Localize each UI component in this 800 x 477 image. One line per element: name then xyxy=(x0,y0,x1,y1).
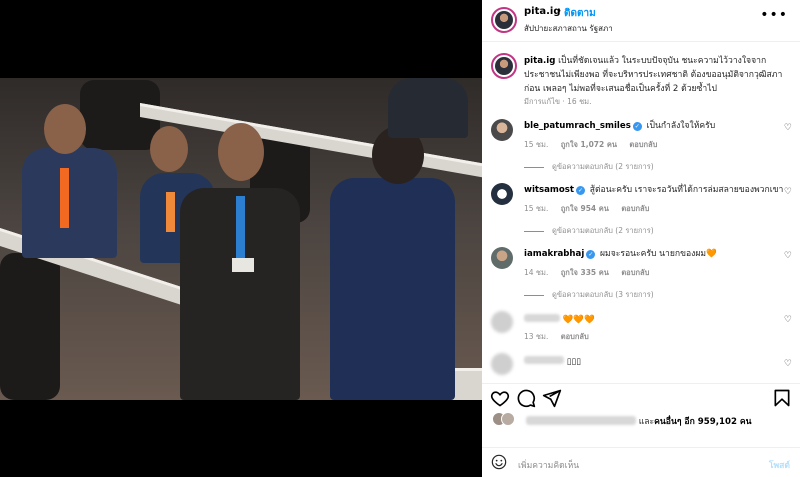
comment-text: เป็นกำลังใจให้ครับ xyxy=(646,121,716,131)
comment-meta: 14 ชม. ถูกใจ 335 คน ตอบกลับ xyxy=(524,267,659,279)
commenter-avatar[interactable] xyxy=(491,353,513,375)
likes-text[interactable]: และคนอื่นๆ อีก 959,102 คน xyxy=(526,414,752,428)
view-replies-button[interactable]: ดูข้อความตอบกลับ (2 รายการ) xyxy=(524,161,654,173)
photo-tie xyxy=(166,192,175,232)
caption: pita.ig เป็นที่ชัดเจนแล้ว ในระบบปัจจุบัน… xyxy=(524,54,788,96)
photo-person xyxy=(330,178,455,400)
post-location[interactable]: สัปปายะสภาสถาน รัฐสภา xyxy=(524,22,613,35)
commenter-username[interactable]: ble_patumrach_smiles xyxy=(524,121,631,131)
verified-icon: ✓ xyxy=(576,186,585,195)
post-actions-bar xyxy=(482,383,800,409)
comment-icon[interactable] xyxy=(516,388,536,408)
comment-likes[interactable]: ถูกใจ 1,072 คน xyxy=(561,140,617,149)
emoji-icon[interactable] xyxy=(491,454,507,470)
comment-text: 🧡🧡🧡 xyxy=(562,315,595,325)
comment-text: ▯▯▯ xyxy=(566,357,581,367)
comment-likes[interactable]: ถูกใจ 335 คน xyxy=(561,268,609,277)
reply-button[interactable]: ตอบกลับ xyxy=(629,140,657,149)
photo-person xyxy=(22,148,117,258)
comment-body: 🧡🧡🧡 xyxy=(524,314,774,326)
heart-icon[interactable] xyxy=(490,388,510,408)
post-comment-button[interactable]: โพสต์ xyxy=(769,458,790,472)
comment-likes[interactable]: ถูกใจ 954 คน xyxy=(561,204,609,213)
comment-text: ผมจะรอนะครับ นายกของผม🧡 xyxy=(600,249,717,259)
post-media[interactable] xyxy=(0,0,482,477)
photo-badge xyxy=(232,258,254,272)
header-separator: • xyxy=(556,6,562,17)
photo-person-head xyxy=(218,123,264,181)
comment-time: 14 ชม. xyxy=(524,268,549,277)
view-replies-button[interactable]: ดูข้อความตอบกลับ (2 รายการ) xyxy=(524,225,654,237)
commenter-username[interactable]: iamakrabhaj xyxy=(524,249,584,259)
verified-icon: ✓ xyxy=(632,122,642,131)
comment-heart-icon[interactable]: ♡ xyxy=(784,251,792,261)
comment-heart-icon[interactable]: ♡ xyxy=(784,123,792,133)
blurred-liker-names xyxy=(526,416,636,425)
caption-username[interactable]: pita.ig xyxy=(524,56,555,66)
photo-chair xyxy=(0,253,60,400)
photo-person xyxy=(388,78,468,138)
verified-icon: ✓ xyxy=(586,250,596,259)
commenter-avatar[interactable] xyxy=(491,311,513,333)
reply-button[interactable]: ตอบกลับ xyxy=(621,204,649,213)
likes-summary[interactable]: และคนอื่นๆ อีก 959,102 คน xyxy=(492,410,792,430)
reply-button[interactable]: ตอบกลับ xyxy=(621,268,649,277)
comment-time: 15 ชม. xyxy=(524,140,549,149)
comment-heart-icon[interactable]: ♡ xyxy=(784,187,792,197)
reply-button[interactable]: ตอบกลับ xyxy=(561,332,589,341)
share-icon[interactable] xyxy=(542,388,562,408)
more-icon[interactable]: ••• xyxy=(760,8,788,22)
comment-body: iamakrabhaj ✓ ผมจะรอนะครับ นายกของผม🧡 xyxy=(524,248,774,260)
comment-time: 13 ชม. xyxy=(524,332,549,341)
author-avatar[interactable] xyxy=(491,7,517,33)
likes-others[interactable]: คนอื่นๆ อีก 959,102 คน xyxy=(654,417,751,427)
comment-meta: 15 ชม. ถูกใจ 1,072 คน ตอบกลับ xyxy=(524,139,667,151)
post-header: pita.ig • ติดตาม สัปปายะสภาสถาน รัฐสภา •… xyxy=(482,0,800,42)
photo-person-head xyxy=(44,104,86,154)
comment-body: ble_patumrach_smiles ✓ เป็นกำลังใจให้ครับ xyxy=(524,120,774,132)
commenter-avatar[interactable] xyxy=(491,247,513,269)
comment-heart-icon[interactable]: ♡ xyxy=(784,359,792,369)
caption-avatar[interactable] xyxy=(491,53,517,79)
follow-button[interactable]: ติดตาม xyxy=(564,6,596,21)
photo-person-head xyxy=(150,126,188,172)
commenter-avatar[interactable] xyxy=(491,119,513,141)
view-replies-button[interactable]: ดูข้อความตอบกลับ (3 รายการ) xyxy=(524,289,654,301)
post-side-panel: pita.ig • ติดตาม สัปปายะสภาสถาน รัฐสภา •… xyxy=(482,0,800,477)
caption-meta: มีการแก้ไข · 16 ชม. xyxy=(524,97,592,106)
commenter-username[interactable]: witsamost xyxy=(524,185,574,195)
comment-body: ▯▯▯ xyxy=(524,356,774,368)
post-photo[interactable] xyxy=(0,78,482,400)
photo-tie xyxy=(60,168,69,228)
comment-body: witsamost ✓ สู้ต่อนะครับ เราจะรอวันที่ได้… xyxy=(524,184,783,196)
likes-prefix: และ xyxy=(638,417,655,427)
comment-input[interactable]: เพิ่มความคิดเห็น xyxy=(518,458,579,472)
comment-meta: 15 ชม. ถูกใจ 954 คน ตอบกลับ xyxy=(524,203,659,215)
comment-time: 15 ชม. xyxy=(524,204,549,213)
blurred-username xyxy=(524,356,564,364)
blurred-username xyxy=(524,314,560,322)
comment-meta: 13 ชม. ตอบกลับ xyxy=(524,331,599,343)
add-comment-bar: เพิ่มความคิดเห็น โพสต์ xyxy=(482,447,800,477)
comment-heart-icon[interactable]: ♡ xyxy=(784,315,792,325)
commenter-avatar[interactable] xyxy=(491,183,513,205)
comment-text: สู้ต่อนะครับ เราจะรอวันที่ได้การล่มสลายข… xyxy=(589,185,784,195)
liker-avatars xyxy=(492,412,522,426)
bookmark-icon[interactable] xyxy=(772,388,792,408)
caption-text: เป็นที่ชัดเจนแล้ว ในระบบปัจจุบัน ชนะความ… xyxy=(524,56,783,94)
